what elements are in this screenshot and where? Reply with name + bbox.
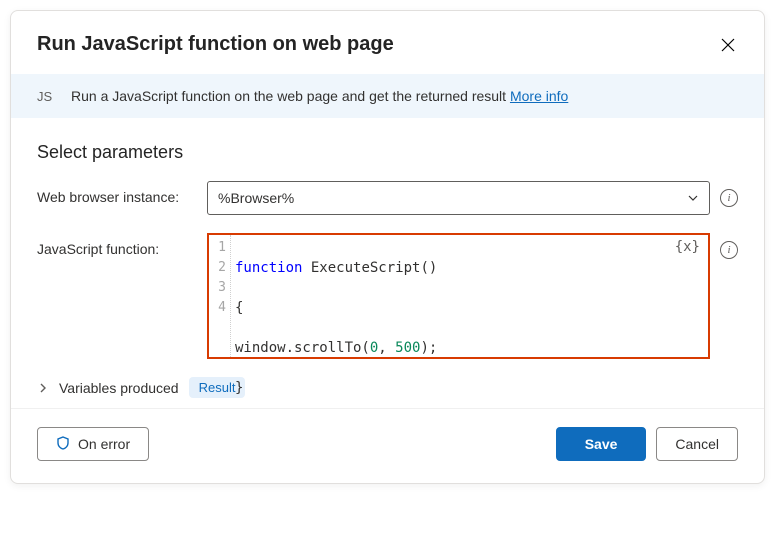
content: Select parameters Web browser instance: …	[11, 118, 764, 408]
banner-text-wrap: Run a JavaScript function on the web pag…	[71, 88, 568, 104]
insert-variable-button[interactable]: {x}	[675, 239, 700, 255]
code-content: function ExecuteScript() { window.scroll…	[231, 235, 441, 357]
param-browser-row: Web browser instance: %Browser% i	[37, 181, 738, 215]
dialog-header: Run JavaScript function on web page	[11, 11, 764, 74]
line-number: 4	[209, 298, 226, 318]
js-code-editor[interactable]: 1 2 3 4 function ExecuteScript() { windo…	[207, 233, 710, 359]
banner-text: Run a JavaScript function on the web pag…	[71, 88, 510, 104]
dialog: Run JavaScript function on web page JS R…	[10, 10, 765, 484]
cancel-button[interactable]: Cancel	[656, 427, 738, 461]
cancel-label: Cancel	[675, 436, 719, 452]
close-button[interactable]	[718, 35, 738, 55]
variables-label: Variables produced	[59, 380, 179, 396]
dialog-title: Run JavaScript function on web page	[37, 33, 394, 56]
save-label: Save	[585, 436, 618, 452]
close-icon	[721, 38, 735, 52]
info-icon[interactable]: i	[720, 189, 738, 207]
line-number: 3	[209, 278, 226, 298]
more-info-link[interactable]: More info	[510, 88, 568, 104]
js-badge: JS	[37, 89, 59, 104]
info-icon[interactable]: i	[720, 241, 738, 259]
browser-label: Web browser instance:	[37, 181, 197, 205]
section-title: Select parameters	[37, 142, 738, 163]
code-gutter: 1 2 3 4	[209, 235, 231, 357]
chevron-right-icon	[37, 382, 49, 394]
shield-icon	[56, 436, 70, 453]
save-button[interactable]: Save	[556, 427, 647, 461]
chevron-down-icon	[687, 192, 699, 204]
param-js-row: JavaScript function: 1 2 3 4 function Ex…	[37, 233, 738, 359]
on-error-button[interactable]: On error	[37, 427, 149, 461]
line-number: 2	[209, 258, 226, 278]
browser-value: %Browser%	[218, 190, 294, 206]
browser-dropdown[interactable]: %Browser%	[207, 181, 710, 215]
info-banner: JS Run a JavaScript function on the web …	[11, 74, 764, 118]
js-label: JavaScript function:	[37, 233, 197, 257]
line-number: 1	[209, 238, 226, 258]
on-error-label: On error	[78, 436, 130, 452]
